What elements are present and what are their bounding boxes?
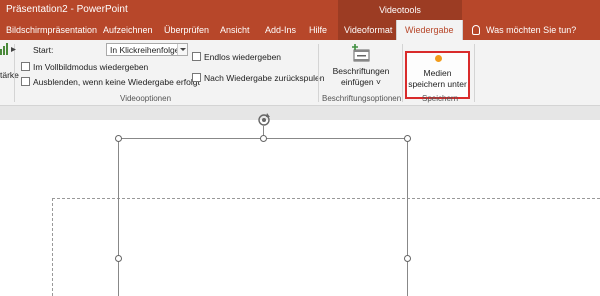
tell-me-text: Was möchten Sie tun? [486,25,577,35]
volume-icon[interactable] [0,43,8,55]
save-group-label: Speichern [422,94,459,103]
tab-bildschirmpraesentation[interactable]: Bildschirmpräsentation [6,20,97,40]
rotate-handle-icon[interactable] [257,113,271,127]
fullscreen-label: Im Vollbildmodus wiedergeben [33,62,149,72]
loop-checkbox[interactable] [192,52,201,61]
volume-label: tärke [0,70,19,80]
tab-aufzeichnen[interactable]: Aufzeichnen [103,20,153,40]
hide-label: Ausblenden, wenn keine Wiedergabe erfolg… [33,77,200,87]
media-icon [435,55,442,62]
tab-wiedergabe[interactable]: Wiedergabe [396,20,463,40]
videotools-context-header: Videotools [338,0,462,20]
captions-icon [352,44,370,62]
captionoptions-group-label: Beschriftungsoptionen [322,94,402,103]
chevron-down-icon[interactable] [177,44,187,55]
hide-checkbox[interactable] [21,77,30,86]
captions-label-line1: Beschriftungen [332,66,390,76]
tab-add-ins[interactable]: Add-Ins [265,20,296,40]
resize-handle-right[interactable] [404,255,411,262]
play-icon [11,47,16,52]
tab-hilfe[interactable]: Hilfe [309,20,327,40]
start-dropdown-value: In Klickreihenfolge [110,45,180,55]
captions-label: Beschriftungen einfügen ˅ [322,66,400,88]
video-frame[interactable] [118,138,408,296]
save-media-label: Medien speichern unter [407,68,468,90]
start-dropdown[interactable]: In Klickreihenfolge [106,43,188,56]
title-bar: Präsentation2 - PowerPoint Videotools [0,0,600,20]
placeholder-border [52,198,53,296]
loop-label: Endlos wiedergeben [204,52,282,62]
rewind-label: Nach Wiedergabe zurückspulen [204,73,325,83]
save-media-label-line2: speichern unter [408,79,467,89]
videooptions-group-label: Videooptionen [120,94,172,103]
resize-handle-top[interactable] [260,135,267,142]
fullscreen-checkbox[interactable] [21,62,30,71]
rewind-checkbox[interactable] [192,73,201,82]
lightbulb-icon [472,25,480,35]
resize-handle-top-right[interactable] [404,135,411,142]
resize-handle-left[interactable] [115,255,122,262]
resize-handle-top-left[interactable] [115,135,122,142]
group-separator [14,44,15,102]
tab-videoformat[interactable]: Videoformat [338,20,400,40]
tab-ansicht[interactable]: Ansicht [220,20,250,40]
group-separator [474,44,475,102]
save-media-as-button[interactable]: Medien speichern unter [405,51,470,99]
window-title: Präsentation2 - PowerPoint [6,4,128,15]
captions-label-line2: einfügen ˅ [341,77,381,87]
tab-ueberpruefen[interactable]: Überprüfen [164,20,209,40]
ribbon-wiedergabe: tärke Start: In Klickreihenfolge Im Voll… [0,40,600,106]
insert-captions-button[interactable]: Beschriftungen einfügen ˅ [322,42,400,90]
save-media-label-line1: Medien [423,68,452,78]
group-separator [402,44,403,102]
start-label: Start: [33,45,54,55]
group-separator [318,44,319,102]
tell-me-search[interactable]: Was möchten Sie tun? [472,20,576,40]
